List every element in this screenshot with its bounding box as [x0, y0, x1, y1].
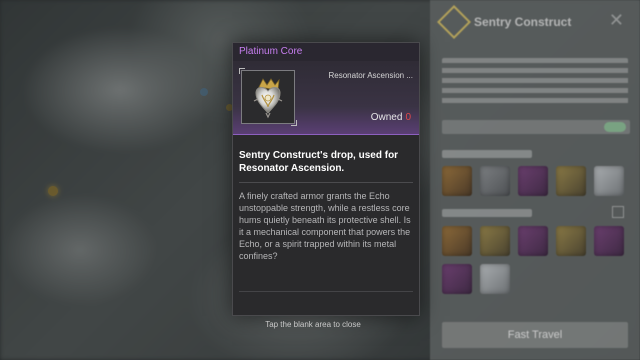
boss-detail-panel: Sentry Construct ✕ Fast Travel — [430, 0, 640, 360]
reward-item-icon[interactable] — [480, 166, 510, 196]
item-name: Platinum Core — [239, 46, 303, 57]
drop-item-icon[interactable] — [442, 264, 472, 294]
toggle-switch[interactable] — [604, 122, 626, 132]
platinum-core-icon — [253, 78, 283, 119]
owned-label: Owned — [370, 112, 403, 123]
item-name-bar: Platinum Core — [233, 43, 419, 61]
drop-item-icon[interactable] — [594, 226, 624, 256]
drops-grid — [442, 226, 632, 294]
drop-item-icon[interactable] — [480, 264, 510, 294]
boss-emblem-icon — [437, 5, 471, 39]
panel-description — [442, 58, 628, 104]
item-usage: Resonator Ascension ... — [328, 71, 414, 80]
rewards-row — [442, 166, 632, 196]
owned-value: 0 — [405, 112, 411, 123]
item-description: Sentry Construct's drop, used for Resona… — [239, 150, 399, 174]
checkbox[interactable] — [612, 206, 624, 218]
panel-header: Sentry Construct — [437, 5, 572, 39]
rewards-heading — [442, 150, 532, 158]
close-hint-text: Tap the blank area to close — [265, 320, 361, 329]
reward-item-icon[interactable] — [556, 166, 586, 196]
item-detail-card: Platinum Core Resonator Ascension ... Ow… — [232, 42, 420, 316]
drops-heading — [442, 209, 532, 217]
drop-item-icon[interactable] — [556, 226, 586, 256]
close-hint: Tap the blank area to close — [0, 320, 640, 329]
drop-item-icon[interactable] — [442, 226, 472, 256]
drop-item-icon[interactable] — [518, 226, 548, 256]
item-image-frame — [239, 68, 297, 126]
item-lore: A finely crafted armor grants the Echo u… — [239, 191, 411, 261]
owned-count: Owned 0 — [371, 112, 411, 123]
level-selector[interactable] — [442, 120, 630, 134]
drop-item-icon[interactable] — [480, 226, 510, 256]
reward-item-icon[interactable] — [518, 166, 548, 196]
reward-item-icon[interactable] — [442, 166, 472, 196]
divider — [239, 291, 413, 292]
close-icon[interactable]: ✕ — [609, 10, 624, 31]
reward-item-icon[interactable] — [594, 166, 624, 196]
divider — [239, 182, 413, 183]
panel-title: Sentry Construct — [474, 15, 572, 29]
